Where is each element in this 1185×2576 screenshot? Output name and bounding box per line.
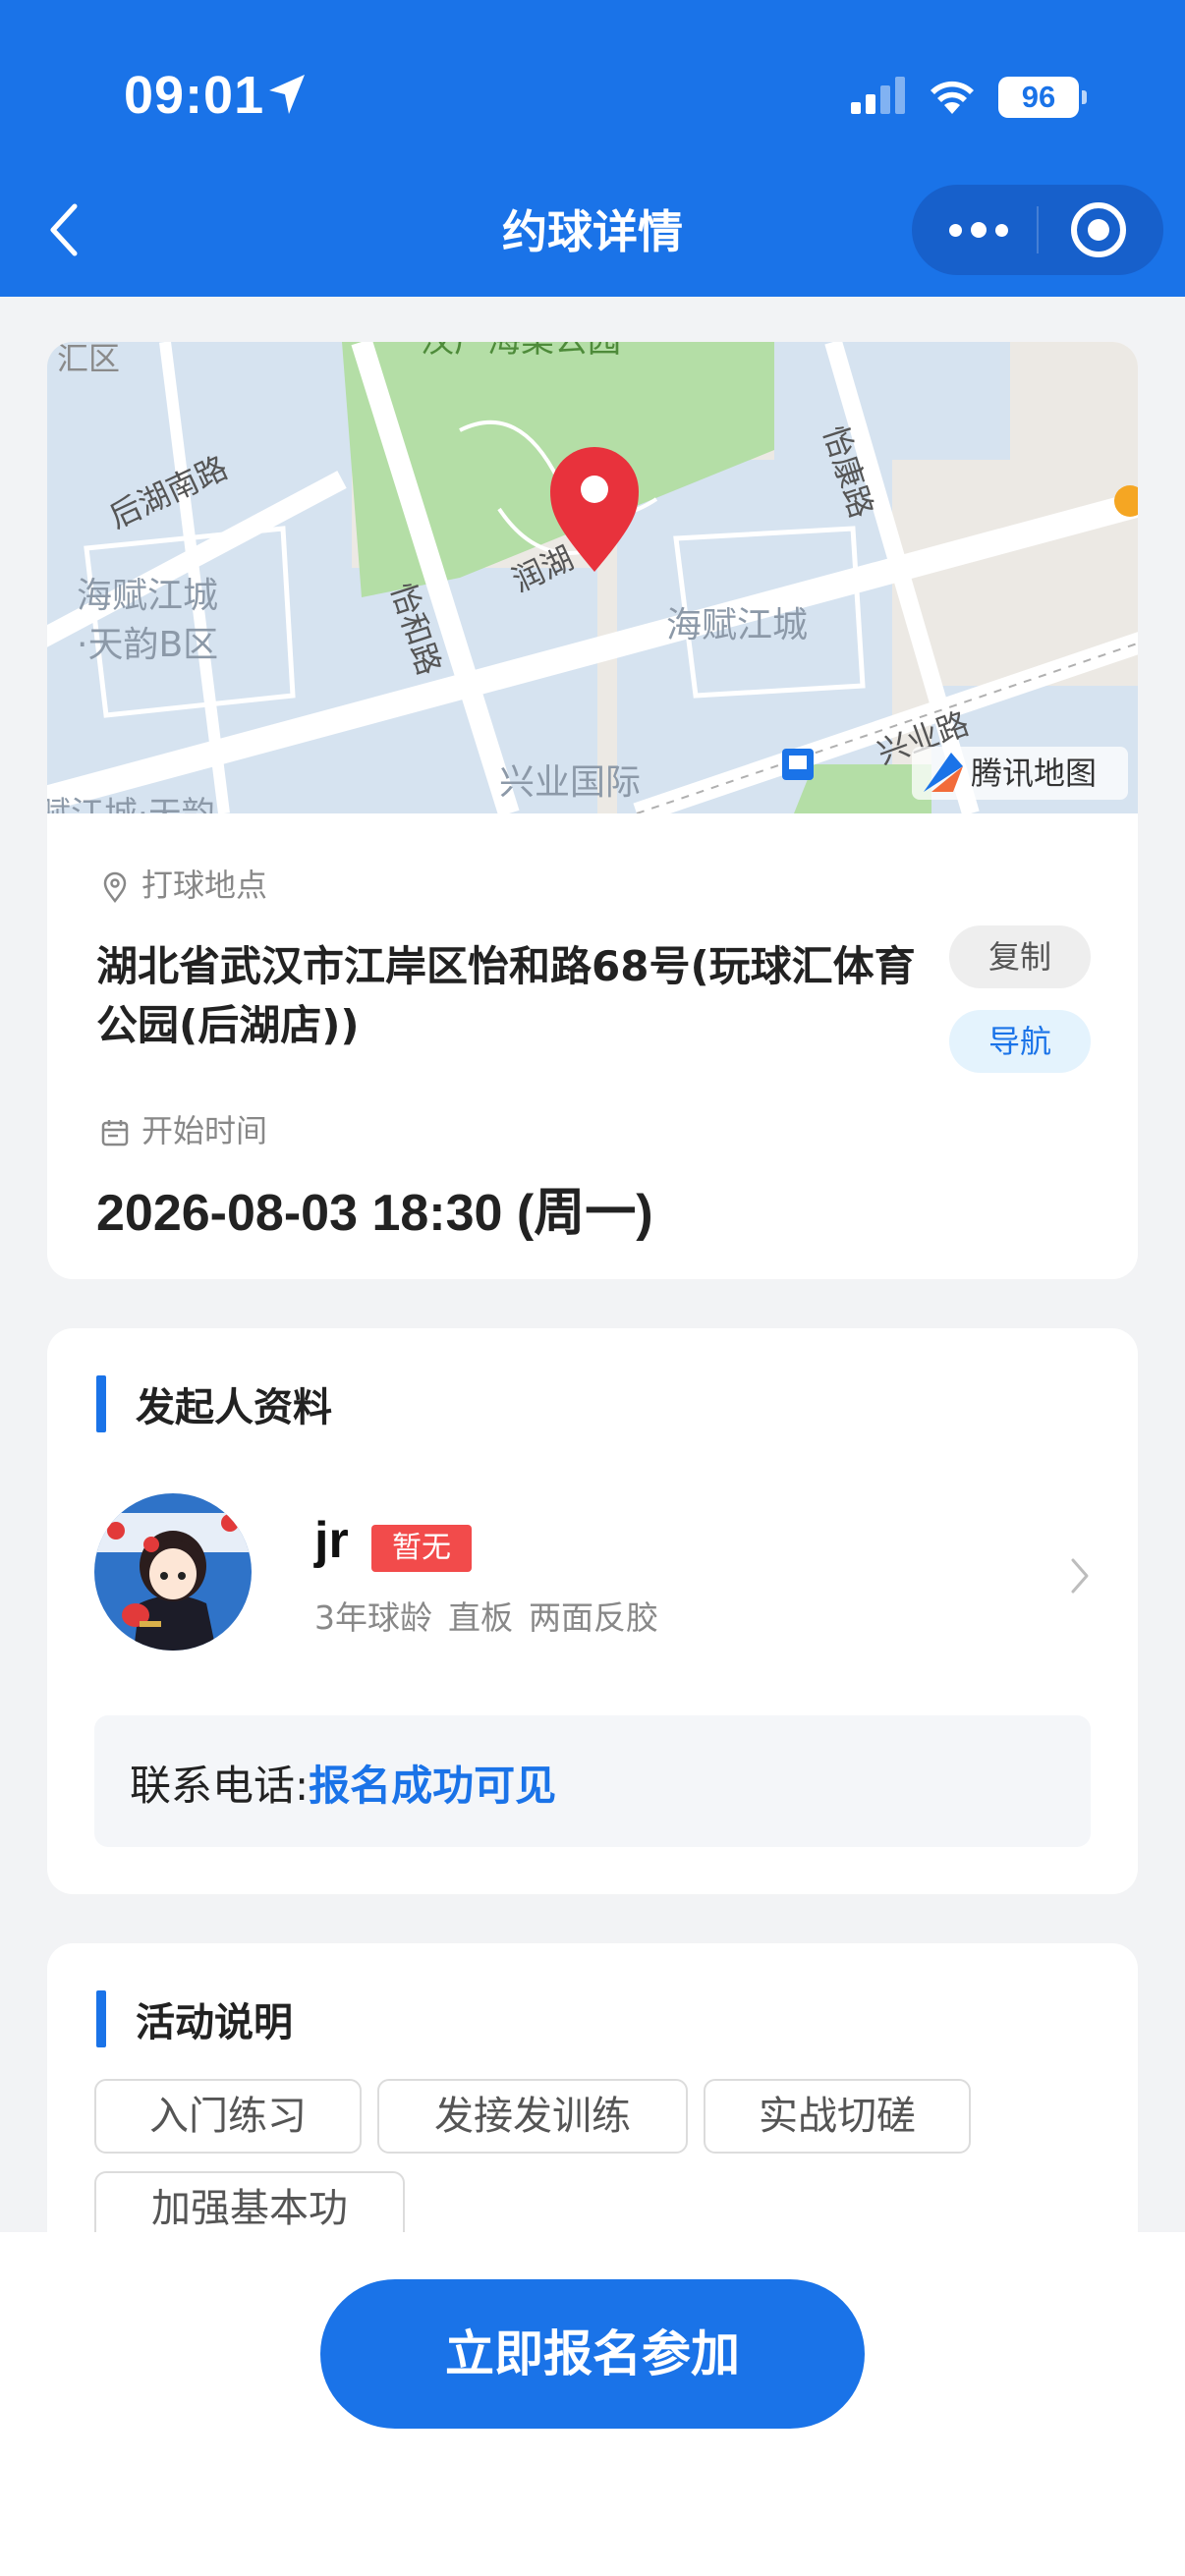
map-label-haifu-tianyun-b: ·天韵B区 (77, 625, 218, 665)
navigate-button[interactable]: 导航 (949, 1010, 1091, 1073)
bottom-action-bar: 立即报名参加 (0, 2232, 1185, 2576)
place-label-text: 打球地点 (141, 867, 268, 904)
host-name: jr (314, 1512, 349, 1569)
map-label-haifu-right: 海赋江城 (666, 605, 808, 645)
map-label-district: 汇区 (57, 342, 120, 377)
close-miniprogram-icon[interactable] (1071, 202, 1126, 257)
top-bar: 09:01 96 约球详情 (0, 0, 1185, 297)
activity-section-title: 活动说明 (96, 1990, 293, 2047)
address-text: 湖北省武汉市江岸区怡和路68号(玩球汇体育公园(后湖店)) (96, 942, 916, 1049)
host-section-title: 发起人资料 (96, 1375, 332, 1432)
location-card: 汇区 汉厂海棠公园 后湖南路 海赋江城 ·天韵B区 怡和路 润湖 怡康路 海赋江… (47, 342, 1138, 1279)
activity-tag: 实战切磋 (704, 2079, 971, 2154)
status-time: 09:01 (124, 66, 265, 125)
place-label: 打球地点 (98, 861, 267, 906)
more-icon[interactable] (941, 204, 1020, 255)
map-brand-label: 腾讯地图 (971, 755, 1097, 792)
battery-indicator: 96 (998, 77, 1087, 118)
host-avatar[interactable] (94, 1493, 252, 1651)
map-view[interactable]: 汇区 汉厂海棠公园 后湖南路 海赋江城 ·天韵B区 怡和路 润湖 怡康路 海赋江… (47, 342, 1138, 813)
time-label-text: 开始时间 (141, 1112, 268, 1149)
copy-button[interactable]: 复制 (949, 925, 1091, 988)
host-rubber: 两面反胶 (529, 1598, 658, 1637)
host-card: 发起人资料 jr 暂无 3年球龄 直板 两面反胶 联系电话:报名成功可见 (47, 1328, 1138, 1894)
level-badge: 暂无 (371, 1525, 472, 1572)
signal-icon (851, 77, 905, 114)
contact-value: 报名成功可见 (309, 1762, 557, 1810)
signup-button[interactable]: 立即报名参加 (320, 2279, 865, 2429)
activity-tag: 发接发训练 (377, 2079, 688, 2154)
map-label-haifu-tianyun: 海赋江城 (77, 576, 218, 616)
host-grip: 直板 (448, 1598, 513, 1637)
map-label-xingye-intl: 兴业国际 (499, 762, 641, 803)
map-label-park: 汉厂海棠公园 (421, 342, 621, 361)
calendar-icon (101, 1120, 129, 1147)
contact-box: 联系电话:报名成功可见 (94, 1715, 1091, 1847)
time-label: 开始时间 (98, 1106, 267, 1151)
miniprogram-capsule (912, 185, 1163, 275)
wifi-icon (931, 81, 974, 114)
location-arrow-icon (269, 75, 305, 114)
map-label-bottom-left: 赋江城·天韵 (47, 795, 215, 813)
host-experience: 3年球龄 (314, 1598, 432, 1637)
capsule-divider (1037, 206, 1039, 253)
contact-text: 联系电话:报名成功可见 (130, 1753, 556, 1813)
location-pin-icon (103, 871, 127, 904)
start-datetime: 2026-08-03 18:30 (周一) (96, 1185, 653, 1242)
contact-prefix: 联系电话: (130, 1762, 310, 1810)
chevron-right-icon[interactable] (1065, 1554, 1095, 1597)
host-meta: 3年球龄 直板 两面反胶 (314, 1592, 674, 1639)
activity-tag: 入门练习 (94, 2079, 362, 2154)
